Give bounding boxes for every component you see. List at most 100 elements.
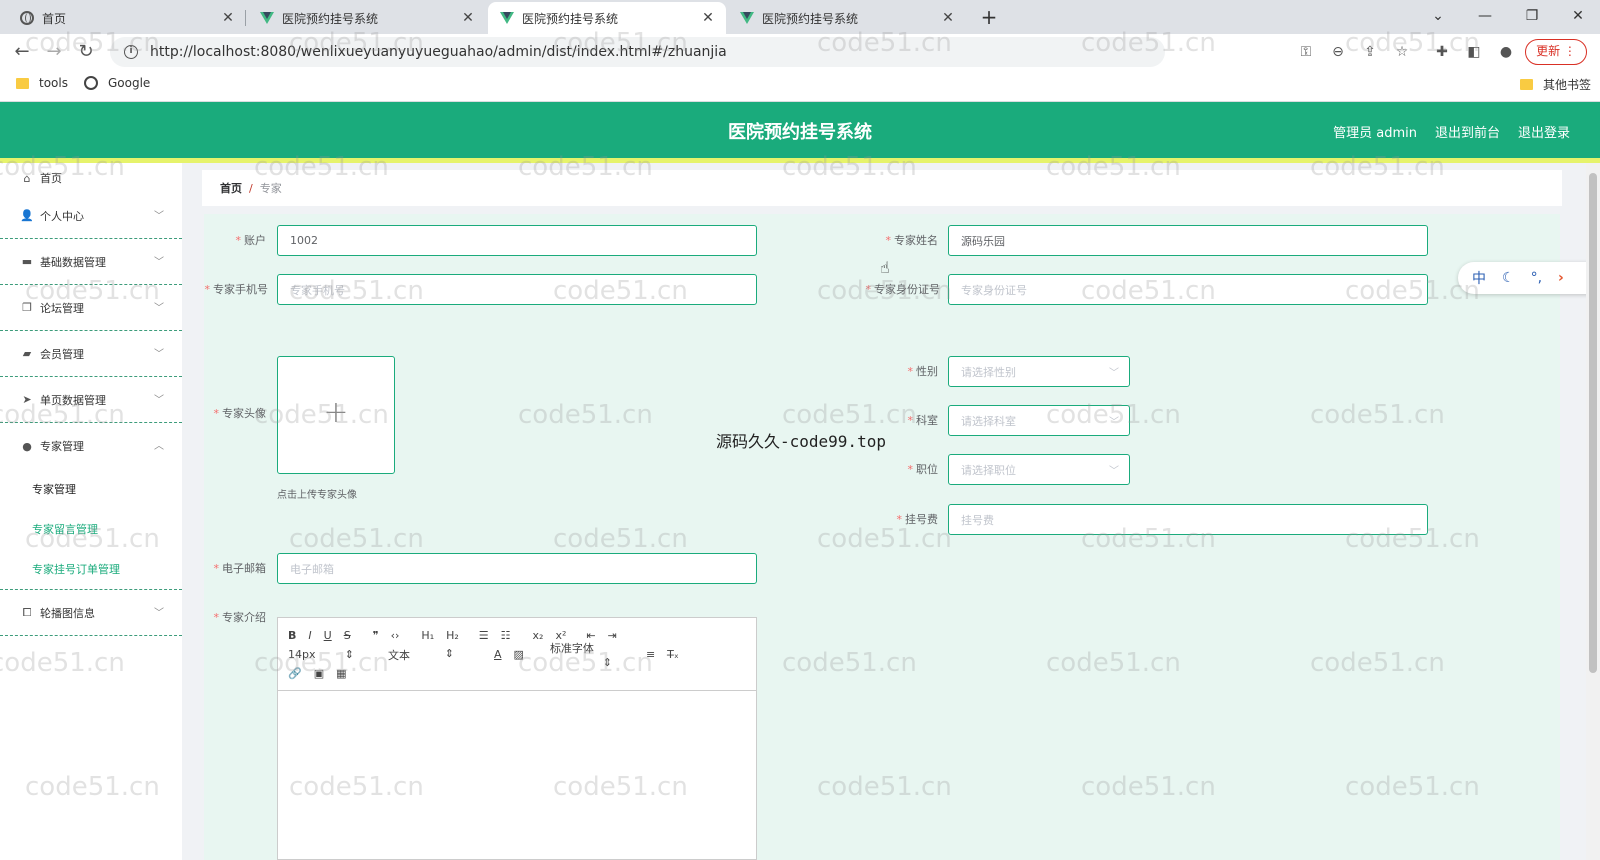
rich-text-editor: B I U S ❞ ‹› H₁ H₂ ☰ ☷ x₂ x² ⇤ ⇥ 14px ⇕ 文… xyxy=(277,617,757,860)
sidebar: ⌂ 首页 👤 个人中心 ﹀ ▬ 基础数据管理 ﹀ ❐ 论坛管理 ﹀ ▰ 会员管理… xyxy=(0,163,182,860)
background-color-icon[interactable]: ▨ xyxy=(514,648,524,661)
info-icon[interactable]: i xyxy=(124,45,138,59)
sidebar-item-forum[interactable]: ❐ 论坛管理 ﹀ xyxy=(0,285,182,331)
expert-name-input[interactable]: 源码乐园 xyxy=(948,225,1428,256)
bookmark-google[interactable]: Google xyxy=(84,76,150,90)
breadcrumb-home[interactable]: 首页 xyxy=(220,180,242,196)
logout-link[interactable]: 退出登录 xyxy=(1518,122,1570,141)
chevron-down-icon: ﹀ xyxy=(1109,368,1119,379)
account-label: * 账户 xyxy=(235,234,267,247)
moon-icon[interactable]: ☾ xyxy=(1502,270,1515,286)
block-type-value: 文本 xyxy=(388,648,410,662)
bullet-list-icon[interactable]: ☷ xyxy=(501,629,511,642)
fee-label: * 挂号费 xyxy=(896,513,939,526)
sidebar-item-profile[interactable]: 👤 个人中心 ﹀ xyxy=(0,193,182,239)
restore-icon[interactable]: ❐ xyxy=(1512,2,1552,30)
italic-icon[interactable]: I xyxy=(308,629,311,642)
close-icon[interactable]: ✕ xyxy=(700,10,716,26)
update-button[interactable]: 更新 ⋮ xyxy=(1525,39,1587,65)
copy-icon: ❐ xyxy=(22,301,32,314)
sidebar-item-single-page[interactable]: ➤ 单页数据管理 ﹀ xyxy=(0,377,182,423)
minimize-icon[interactable]: — xyxy=(1465,2,1505,30)
sidebar-item-carousel[interactable]: ⧠ 轮播图信息 ﹀ xyxy=(0,590,182,636)
fee-input[interactable]: 挂号费 xyxy=(948,504,1428,535)
avatar-label: * 专家头像 xyxy=(213,407,267,420)
sidebar-subitem-expert-manage[interactable]: 专家管理 xyxy=(0,469,182,509)
key-icon[interactable]: ⚿ xyxy=(1296,42,1316,62)
code-icon[interactable]: ‹› xyxy=(391,629,400,642)
sidebar-subitem-expert-messages[interactable]: 专家留言管理 xyxy=(0,509,182,549)
window-close-icon[interactable]: ✕ xyxy=(1558,2,1598,30)
link-icon[interactable]: 🔗 xyxy=(288,667,302,680)
font-family-select[interactable]: 标准字体 ⇕ xyxy=(550,640,624,669)
admin-user-label: 管理员 admin xyxy=(1333,126,1417,141)
strike-icon[interactable]: S xyxy=(344,629,351,642)
extensions-icon[interactable]: ✚ xyxy=(1432,42,1452,62)
dept-select[interactable]: 请选择科室 ﹀ xyxy=(948,405,1130,436)
font-color-icon[interactable]: A xyxy=(494,648,502,661)
close-icon[interactable]: ✕ xyxy=(220,10,236,26)
clear-format-icon[interactable]: T̶ₓ xyxy=(667,648,679,661)
blockquote-icon[interactable]: ❞ xyxy=(373,629,379,642)
share-icon[interactable]: ⇪ xyxy=(1360,42,1380,62)
sidebar-item-base-data[interactable]: ▬ 基础数据管理 ﹀ xyxy=(0,239,182,285)
url-input[interactable]: i http://localhost:8080/wenlixueyuanyuyu… xyxy=(110,37,1165,67)
subscript-icon[interactable]: x₂ xyxy=(533,629,544,642)
account-input[interactable]: 1002 xyxy=(277,225,757,256)
sidebar-item-members[interactable]: ▰ 会员管理 ﹀ xyxy=(0,331,182,377)
star-icon[interactable]: ☆ xyxy=(1392,42,1412,62)
bookmark-tools[interactable]: tools xyxy=(16,76,68,90)
email-input[interactable]: 电子邮箱 xyxy=(277,553,757,584)
browser-tab-2[interactable]: 医院预约挂号系统 ✕ xyxy=(248,2,486,34)
globe-icon xyxy=(84,76,98,90)
forward-icon[interactable]: → xyxy=(40,38,68,66)
folder-icon xyxy=(16,77,29,89)
underline-icon[interactable]: U xyxy=(324,629,332,642)
image-icon[interactable]: ▣ xyxy=(314,667,324,680)
browser-tab-active[interactable]: 医院预约挂号系统 ✕ xyxy=(488,2,726,34)
avatar-upload-button[interactable]: + xyxy=(277,356,395,474)
phone-input[interactable]: 专家手机号 xyxy=(277,274,757,305)
vue-logo-icon xyxy=(740,12,754,24)
tab-title: 首页 xyxy=(42,11,67,26)
gender-select[interactable]: 请选择性别 ﹀ xyxy=(948,356,1130,387)
sidebar-subitem-expert-orders[interactable]: 专家挂号订单管理 xyxy=(0,549,182,589)
tab-search-icon[interactable]: ⌄ xyxy=(1418,2,1458,30)
zoom-icon[interactable]: ⊖ xyxy=(1328,42,1348,62)
chevron-right-icon[interactable]: › xyxy=(1558,270,1564,286)
profile-icon[interactable]: ● xyxy=(1496,42,1516,62)
vue-logo-icon xyxy=(500,12,514,24)
back-icon[interactable]: ← xyxy=(8,38,36,66)
browser-tab-4[interactable]: 医院预约挂号系统 ✕ xyxy=(728,2,966,34)
folder-icon xyxy=(1520,79,1533,90)
browser-tab-home[interactable]: 首页 ✕ xyxy=(8,2,246,34)
video-icon[interactable]: ▦ xyxy=(336,667,346,680)
position-select[interactable]: 请选择职位 ﹀ xyxy=(948,454,1130,485)
chevron-down-icon: ﹀ xyxy=(1109,417,1119,428)
input-method-widget[interactable]: 中 ☾ °, › xyxy=(1458,262,1596,294)
reload-icon[interactable]: ↻ xyxy=(72,38,100,66)
block-type-select[interactable]: 文本 ⇕ xyxy=(388,647,466,663)
sidebar-item-experts[interactable]: ● 专家管理 ︿ xyxy=(0,423,182,469)
scroll-thumb[interactable] xyxy=(1589,173,1597,673)
bold-icon[interactable]: B xyxy=(288,629,296,642)
sidebar-item-home[interactable]: ⌂ 首页 xyxy=(0,163,182,193)
idcard-input[interactable]: 专家身份证号 xyxy=(948,274,1428,305)
align-icon[interactable]: ≡ xyxy=(646,648,655,661)
overlay-text: 源码久久-code99.top xyxy=(716,432,886,451)
exit-to-front-link[interactable]: 退出到前台 xyxy=(1435,122,1500,141)
close-icon[interactable]: ✕ xyxy=(940,10,956,26)
close-icon[interactable]: ✕ xyxy=(460,10,476,26)
other-bookmarks[interactable]: 其他书签 xyxy=(1520,76,1591,93)
lang-toggle[interactable]: 中 xyxy=(1472,268,1486,288)
email-label: * 电子邮箱 xyxy=(213,562,267,575)
font-family-value: 标准字体 xyxy=(549,642,594,655)
font-size-select[interactable]: 14px ⇕ xyxy=(288,648,366,661)
new-tab-button[interactable]: + xyxy=(976,4,1002,30)
page-scrollbar[interactable] xyxy=(1586,163,1600,860)
punctuation-icon[interactable]: °, xyxy=(1531,270,1542,286)
heading2-icon[interactable]: H₂ xyxy=(446,629,459,642)
side-panel-icon[interactable]: ◧ xyxy=(1464,42,1484,62)
ordered-list-icon[interactable]: ☰ xyxy=(479,629,489,642)
heading1-icon[interactable]: H₁ xyxy=(421,629,434,642)
